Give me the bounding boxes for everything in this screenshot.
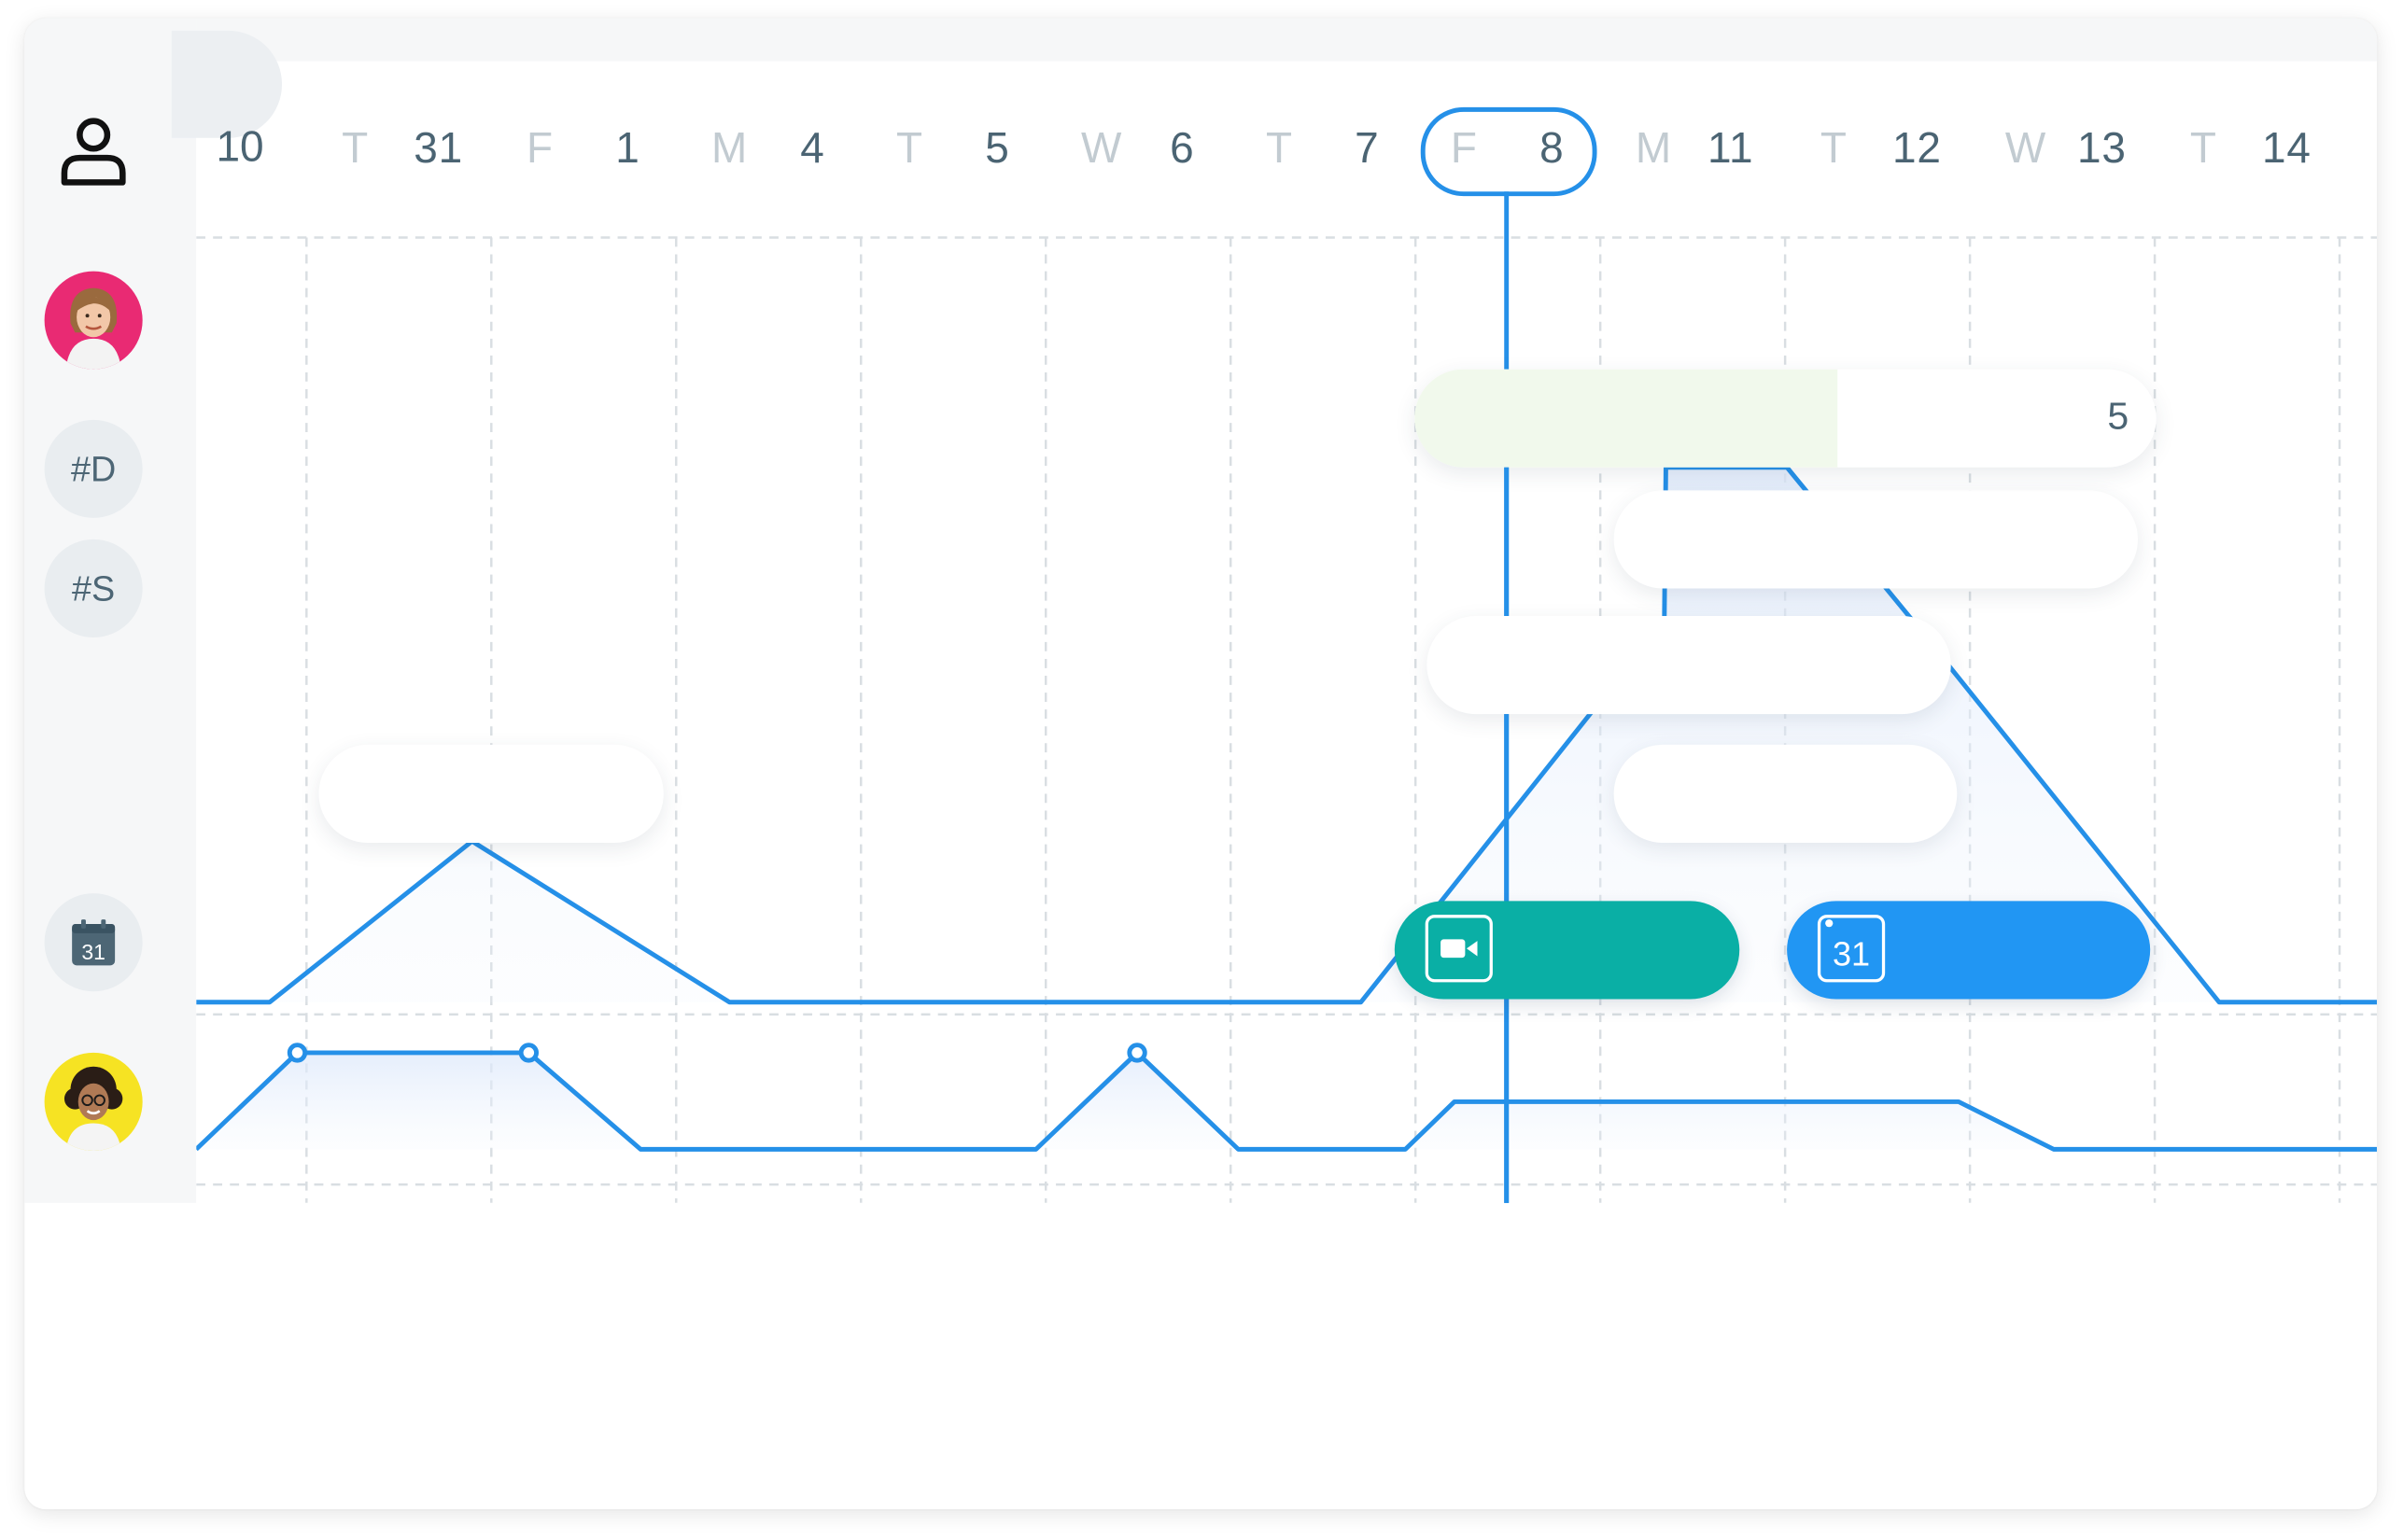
day-of-week-label: T xyxy=(896,123,923,172)
calendar-icon-label: 31 xyxy=(81,940,105,964)
video-event-pill[interactable] xyxy=(1394,901,1740,1000)
day-number-label[interactable]: 8 xyxy=(1539,122,1564,175)
day-number-label[interactable]: 4 xyxy=(800,122,824,175)
tag-label: #D xyxy=(71,448,117,488)
task-bar[interactable] xyxy=(1613,744,1958,843)
workload-point[interactable] xyxy=(1127,1043,1147,1063)
person-outline-icon xyxy=(61,118,126,186)
calendar-icon: 31 xyxy=(72,919,116,966)
day-of-week-label: M xyxy=(1635,123,1673,172)
timeline-grid xyxy=(196,236,2378,1203)
task-bar[interactable] xyxy=(318,744,664,843)
day-of-week-label: T xyxy=(2189,123,2217,172)
day-number-label[interactable]: 5 xyxy=(985,122,1009,175)
day-of-week-label: F xyxy=(527,123,554,172)
year-label: 10 xyxy=(216,122,264,171)
day-number-label[interactable]: 11 xyxy=(1707,122,1753,175)
task-bar[interactable] xyxy=(1426,616,1951,715)
day-of-week-label: F xyxy=(1450,123,1478,172)
day-of-week-label: T xyxy=(342,123,369,172)
progress-task-bar[interactable]: 5 xyxy=(1414,369,2157,468)
day-number-label[interactable]: 31 xyxy=(414,122,463,175)
workload-point[interactable] xyxy=(287,1043,308,1063)
avatar-portrait xyxy=(65,287,121,370)
top-bar xyxy=(196,18,2378,62)
calendar-event-icon: 31 xyxy=(1817,915,1886,983)
day-number-label[interactable]: 14 xyxy=(2262,122,2312,175)
task-bar[interactable] xyxy=(1613,490,2139,589)
day-number-label[interactable]: 12 xyxy=(1892,122,1942,175)
tag-label: #S xyxy=(72,567,116,608)
video-camera-icon xyxy=(1425,915,1493,983)
avatar-woman-pink[interactable] xyxy=(44,271,143,370)
day-number-label[interactable]: 7 xyxy=(1355,122,1379,175)
day-of-week-label: W xyxy=(1080,123,1123,172)
workload-area-fill-2 xyxy=(196,1052,2378,1150)
day-number-label[interactable]: 1 xyxy=(615,122,639,175)
day-of-week-label: T xyxy=(1820,123,1848,172)
day-number-label[interactable]: 13 xyxy=(2077,122,2127,175)
progress-value: 5 xyxy=(2107,395,2129,439)
day-of-week-label: T xyxy=(1265,123,1293,172)
day-of-week-label: M xyxy=(711,123,749,172)
timeline-area xyxy=(196,61,2378,1203)
sidebar: #D #S 31 xyxy=(24,18,197,1203)
tag-chip[interactable]: #S xyxy=(44,539,143,637)
calendar-button[interactable]: 31 xyxy=(44,893,143,992)
calendar-event-label: 31 xyxy=(1832,934,1871,973)
day-number-label[interactable]: 6 xyxy=(1170,122,1194,175)
day-of-week-label: W xyxy=(2004,123,2047,172)
tag-chip[interactable]: #D xyxy=(44,419,143,518)
workload-point[interactable] xyxy=(518,1043,540,1063)
avatar-portrait xyxy=(63,1066,123,1151)
user-icon[interactable] xyxy=(45,101,143,199)
today-marker[interactable] xyxy=(1420,106,1597,197)
progress-fill xyxy=(1414,369,1838,468)
avatar-woman-yellow[interactable] xyxy=(44,1052,143,1151)
calendar-dot xyxy=(1825,919,1834,928)
calendar-event-pill[interactable]: 31 xyxy=(1787,901,2151,1000)
